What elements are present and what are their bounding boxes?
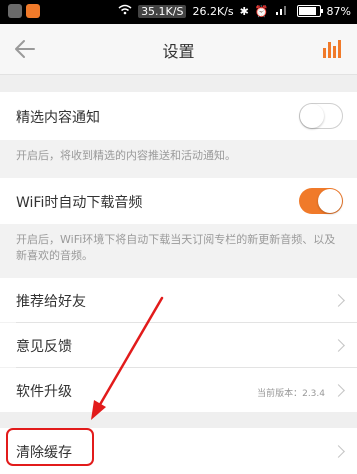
annotation-arrow bbox=[91, 296, 164, 420]
